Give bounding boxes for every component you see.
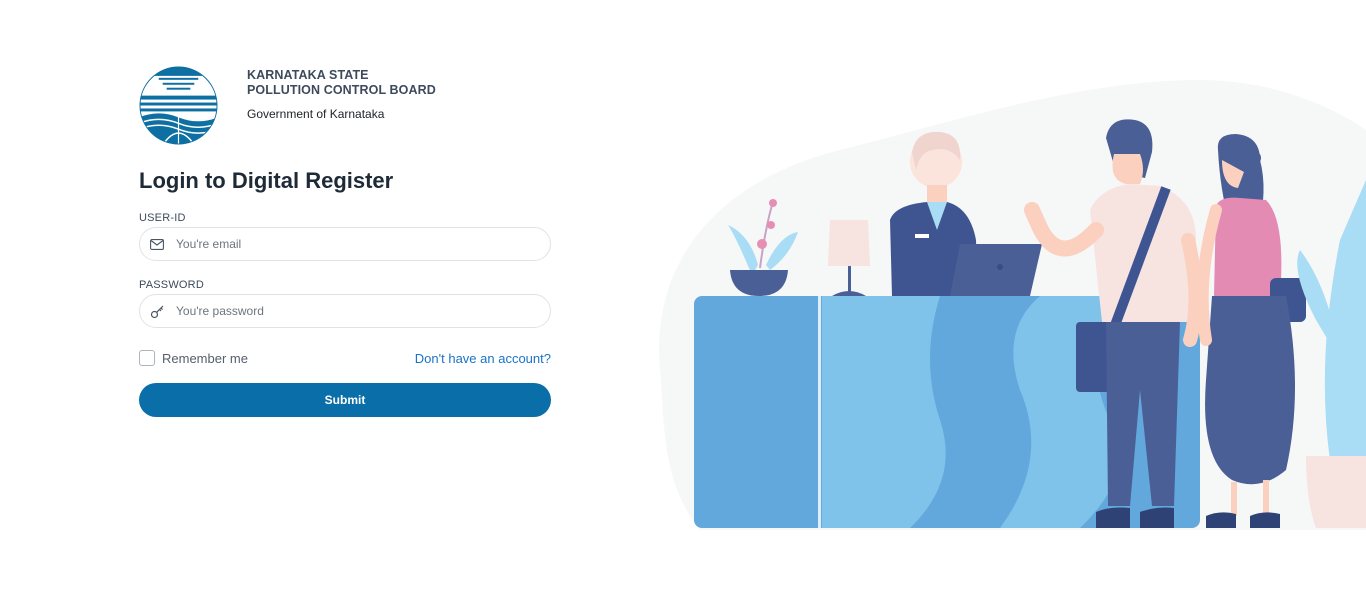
remember-me[interactable]: Remember me (139, 350, 248, 366)
org-name-line2: POLLUTION CONTROL BOARD (247, 83, 436, 97)
reception-desk-illustration (659, 80, 1366, 530)
remember-me-checkbox[interactable] (139, 350, 155, 366)
org-name-line1: KARNATAKA STATE (247, 68, 369, 82)
kspcb-logo-icon (139, 66, 218, 145)
user-id-input[interactable] (176, 237, 536, 251)
password-input[interactable] (176, 304, 536, 318)
password-field[interactable] (139, 294, 551, 328)
user-id-label: USER-ID (139, 212, 186, 224)
user-id-field[interactable] (139, 227, 551, 261)
remember-me-label: Remember me (162, 350, 248, 366)
envelope-icon (149, 236, 165, 252)
signup-link[interactable]: Don't have an account? (415, 351, 551, 366)
org-name: KARNATAKA STATE POLLUTION CONTROL BOARD (247, 68, 436, 98)
password-label: PASSWORD (139, 279, 204, 291)
org-subtitle: Government of Karnataka (247, 107, 385, 121)
key-icon (149, 303, 165, 319)
page-title: Login to Digital Register (139, 168, 394, 193)
submit-button[interactable]: Submit (139, 383, 551, 417)
brand-header: KARNATAKA STATE POLLUTION CONTROL BOARD … (139, 66, 436, 145)
